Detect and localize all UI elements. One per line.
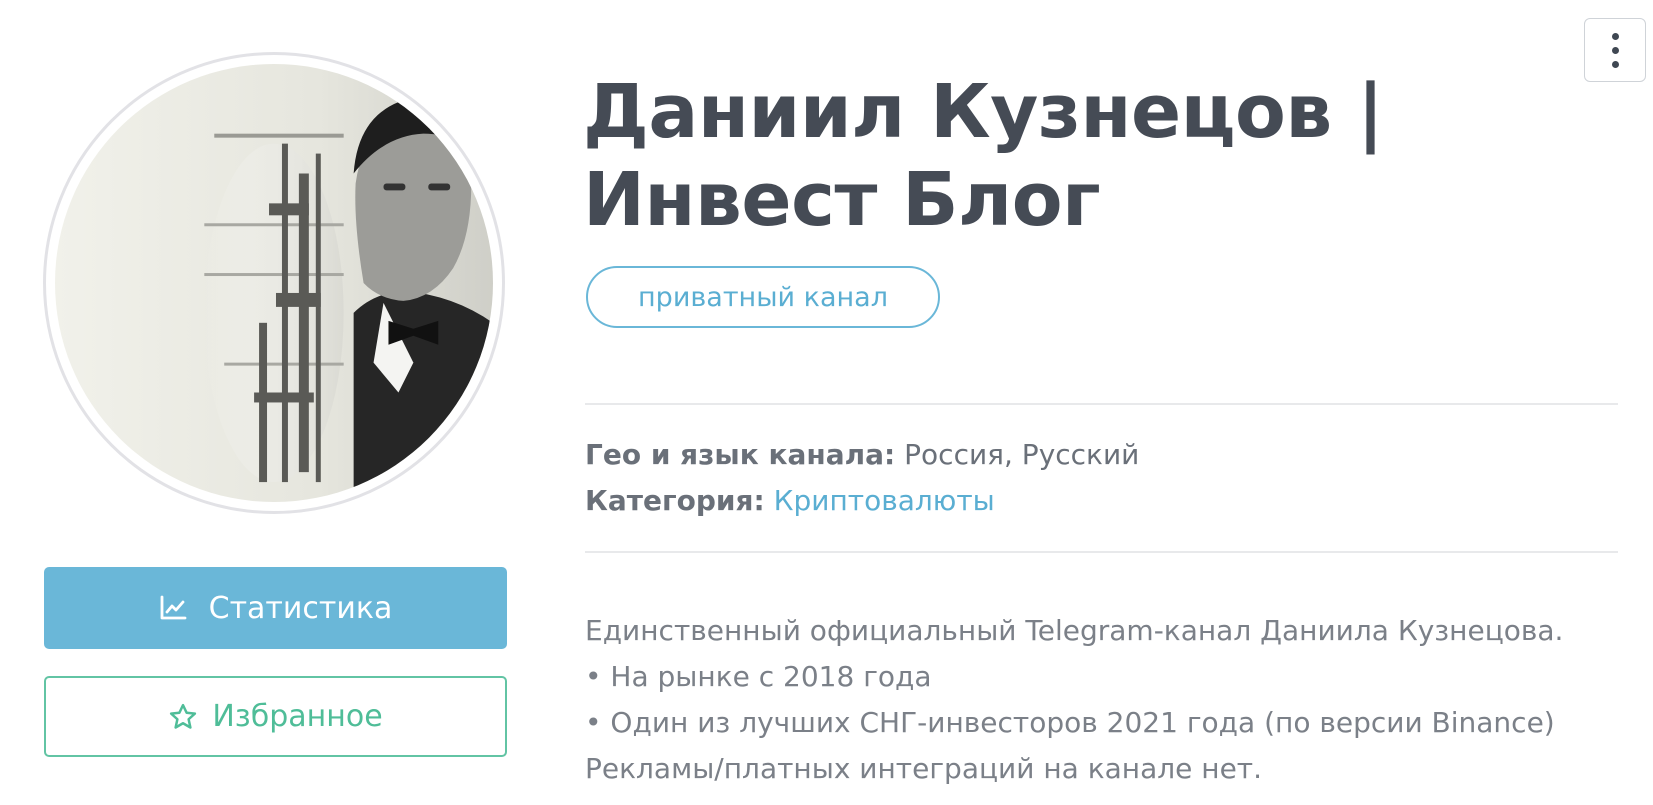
kebab-dot — [1611, 60, 1619, 68]
description-line: Рекламы/платных интеграций на канале нет… — [585, 752, 1263, 785]
favorite-button-label: Избранное — [212, 699, 383, 734]
channel-description: Единственный официальный Telegram-канал … — [585, 608, 1625, 792]
kebab-dot — [1611, 46, 1619, 54]
category-label: Категория: — [585, 484, 765, 517]
avatar-image — [55, 64, 493, 502]
statistics-button-label: Статистика — [208, 590, 393, 626]
geo-value: Россия, Русский — [904, 438, 1140, 471]
description-line: • На рынке с 2018 года — [585, 660, 932, 693]
category-link[interactable]: Криптовалюты — [774, 484, 995, 517]
statistics-button[interactable]: Статистика — [44, 567, 507, 649]
channel-avatar — [43, 52, 505, 514]
favorite-button[interactable]: Избранное — [44, 676, 507, 757]
kebab-menu-icon — [1611, 32, 1619, 40]
description-line: Единственный официальный Telegram-канал … — [585, 614, 1564, 647]
divider — [585, 551, 1618, 553]
private-channel-badge[interactable]: приватный канал — [586, 266, 940, 328]
channel-title: Даниил Кузнецов | Инвест Блог — [583, 69, 1384, 243]
chart-line-icon — [160, 595, 187, 620]
star-outline-icon — [170, 703, 197, 729]
geo-label: Гео и язык канала: — [585, 438, 896, 471]
category-row: Категория: Криптовалюты — [585, 484, 995, 517]
geo-language-row: Гео и язык канала: Россия, Русский — [585, 438, 1139, 471]
description-line: • Один из лучших СНГ-инвесторов 2021 год… — [585, 706, 1555, 739]
divider — [585, 403, 1618, 405]
